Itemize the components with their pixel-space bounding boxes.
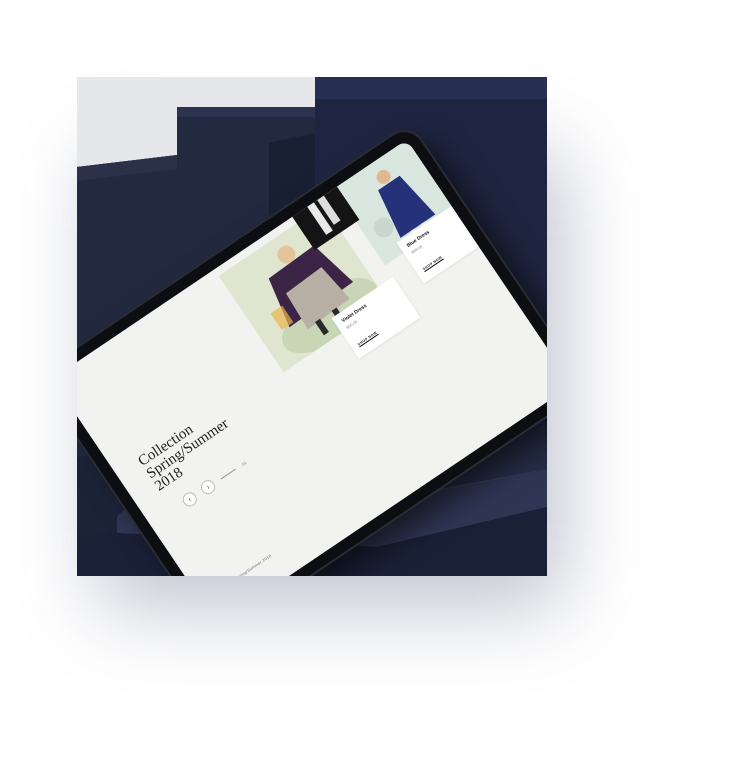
shop-now-link-2[interactable]: SHOP NOW xyxy=(422,255,444,273)
mockup-scene: Collection Spring/Summer 2018 ‹ › 01 Spr… xyxy=(77,77,547,576)
season-footer: Spring/Summer 2018 xyxy=(233,552,273,576)
shop-now-link-1[interactable]: SHOP NOW xyxy=(356,330,379,348)
slide-counter: 01 xyxy=(240,459,248,467)
progress-line xyxy=(220,468,236,480)
heading-line-2: Spring/Summer xyxy=(143,415,232,483)
prev-arrow-button[interactable]: ‹ xyxy=(180,489,200,510)
chevron-right-icon: › xyxy=(205,483,211,491)
chevron-left-icon: ‹ xyxy=(186,495,193,503)
next-arrow-button[interactable]: › xyxy=(198,477,218,497)
